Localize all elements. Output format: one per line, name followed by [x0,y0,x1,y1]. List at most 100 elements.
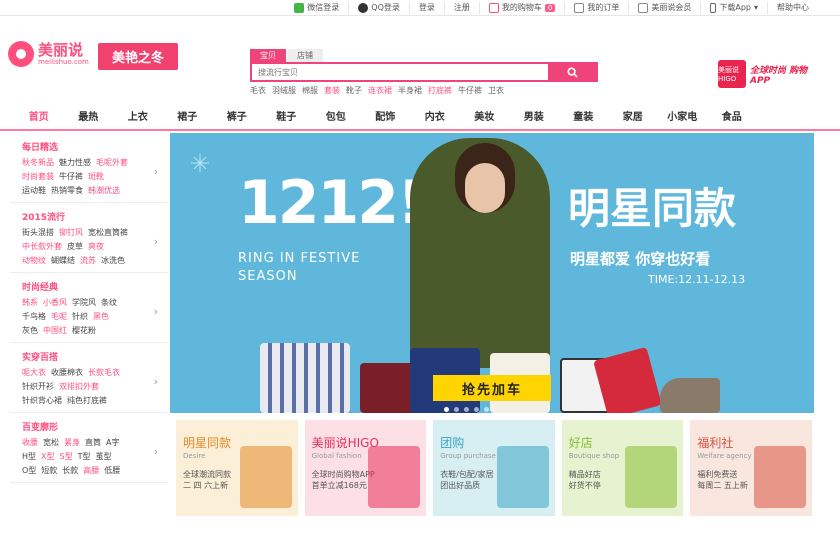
sidebar-link[interactable]: 毛呢外套 [96,156,128,170]
carousel-dot[interactable] [464,407,469,412]
hot-keyword[interactable]: 打底裤 [428,85,452,96]
sidebar-link[interactable]: 低腰 [104,464,120,478]
sidebar-link[interactable]: 流苏 [80,254,96,268]
sidebar-link[interactable]: 呢大衣 [22,366,46,380]
sidebar-link[interactable]: 千鸟格 [22,310,46,324]
sidebar-link[interactable]: 冰洗色 [101,254,125,268]
carousel-dot[interactable] [474,407,479,412]
nav-item[interactable]: 配饰 [361,108,411,123]
search-tab-items[interactable]: 宝贝 [250,49,286,62]
nav-item[interactable]: 家居 [608,108,658,123]
feature-tile[interactable]: 好店 Boutique shop 精品好店 好货不停 [561,420,684,516]
sidebar-link[interactable]: 蝴蝶结 [51,254,75,268]
nav-item[interactable]: 食品 [707,108,757,123]
sidebar-group-title[interactable]: 每日精选 [22,140,168,153]
sidebar-link[interactable]: 条纹 [101,296,117,310]
sidebar-link[interactable]: 秋冬新品 [22,156,54,170]
sidebar-link[interactable]: 收腰棉衣 [51,366,83,380]
sidebar-link[interactable]: 小香风 [43,296,67,310]
sidebar-link[interactable]: 运动鞋 [22,184,46,198]
member-link[interactable]: 美丽说会员 [628,1,700,14]
nav-item[interactable]: 裙子 [163,108,213,123]
sidebar-link[interactable]: 针织背心裙 [22,394,62,408]
hot-keyword[interactable]: 半身裙 [398,85,422,96]
sidebar-link[interactable]: 黑色 [93,310,109,324]
hot-keyword[interactable]: 牛仔裤 [458,85,482,96]
cart-link[interactable]: 我的购物车 0 [478,1,564,14]
sidebar-link[interactable]: 魅力性感 [59,156,91,170]
nav-item[interactable]: 小家电 [658,108,708,123]
sidebar-link[interactable]: 长款毛衣 [88,366,120,380]
sidebar-link[interactable]: 斑靴 [88,170,104,184]
download-app-link[interactable]: 下载App ▾ [700,1,767,14]
sidebar-link[interactable]: 收腰 [22,436,38,450]
sidebar-link[interactable]: 针织开衫 [22,380,54,394]
sidebar-link[interactable]: A字 [106,436,119,450]
sidebar-link[interactable]: 紧身 [64,436,80,450]
nav-item[interactable]: 最热 [64,108,114,123]
orders-link[interactable]: 我的订单 [564,1,628,14]
feature-tile[interactable]: 团购 Group purchase 衣鞋/包配/家居 团出好品质 [433,420,555,516]
sidebar-link[interactable]: 长款 [62,464,78,478]
nav-item[interactable]: 男装 [509,108,559,123]
sidebar-link[interactable]: 中长款外套 [22,240,62,254]
hot-keyword[interactable]: 卫衣 [488,85,504,96]
sidebar-link[interactable]: 高腰 [83,464,99,478]
hero-banner[interactable]: 1212! RING IN FESTIVE SEASON 明星同款 明星都爱 你穿… [170,133,814,413]
hot-keyword[interactable]: 羽绒服 [272,85,296,96]
nav-item[interactable]: 内衣 [410,108,460,123]
nav-item[interactable]: 包包 [311,108,361,123]
help-link[interactable]: 帮助中心 [767,1,818,14]
hot-keyword[interactable]: 套装 [324,85,340,96]
carousel-dot[interactable] [444,407,449,412]
sidebar-link[interactable]: 双排扣外套 [59,380,99,394]
sidebar-link[interactable]: S型 [60,450,73,464]
sidebar-link[interactable]: T型 [78,450,91,464]
sidebar-link[interactable]: 毛呢 [51,310,67,324]
sidebar-link[interactable]: 时尚套装 [22,170,54,184]
promo-badge[interactable]: 美艳之冬 [98,43,178,70]
qq-login[interactable]: QQ登录 [348,1,409,14]
nav-item[interactable]: 童装 [559,108,609,123]
search-tab-shops[interactable]: 店铺 [287,49,323,62]
add-to-cart-button[interactable]: 抢先加车 [433,375,551,401]
sidebar-link[interactable]: 宽松 [43,436,59,450]
sidebar-link[interactable]: 短款 [41,464,57,478]
carousel-dot[interactable] [484,407,489,412]
sidebar-link[interactable]: 铆钉风 [59,226,83,240]
sidebar-link[interactable]: 茧型 [95,450,111,464]
sidebar-link[interactable]: 皮草 [67,240,83,254]
search-input[interactable] [252,64,548,80]
sidebar-link[interactable]: 纯色打底裤 [67,394,107,408]
higo-promo[interactable]: 美丽说 HIGO 全球时尚 购物APP [718,60,820,88]
register-link[interactable]: 注册 [443,1,479,14]
nav-item[interactable]: 首页 [14,108,64,123]
search-button[interactable] [548,64,596,80]
sidebar-link[interactable]: X型 [41,450,54,464]
sidebar-group-title[interactable]: 百变廓形 [22,420,168,433]
hot-keyword[interactable]: 靴子 [346,85,362,96]
nav-item[interactable]: 裤子 [212,108,262,123]
nav-item[interactable]: 鞋子 [262,108,312,123]
feature-tile[interactable]: 福利社 Welfare agency 福利免费送 每周二 五上新 [690,420,812,516]
sidebar-link[interactable]: 韩系 [22,296,38,310]
sidebar-link[interactable]: 樱花粉 [72,324,96,338]
sidebar-link[interactable]: 街头混搭 [22,226,54,240]
sidebar-group-title[interactable]: 实穿百搭 [22,350,168,363]
sidebar-link[interactable]: 直筒 [85,436,101,450]
sidebar-link[interactable]: 针织 [72,310,88,324]
hot-keyword[interactable]: 棉服 [302,85,318,96]
sidebar-link[interactable]: 爽夜 [88,240,104,254]
sidebar-link[interactable]: 热销零食 [51,184,83,198]
sidebar-link[interactable]: 牛仔裤 [59,170,83,184]
sidebar-link[interactable]: 学院风 [72,296,96,310]
nav-item[interactable]: 美妆 [460,108,510,123]
sidebar-group-title[interactable]: 2015流行 [22,210,168,223]
hot-keyword[interactable]: 连衣裙 [368,85,392,96]
feature-tile[interactable]: 明星同款 Desire 全球潮流同款二 四 六上新 [176,420,298,516]
nav-item[interactable]: 上衣 [113,108,163,123]
sidebar-link[interactable]: 韩潮优选 [88,184,120,198]
sidebar-link[interactable]: 宽松直筒裤 [88,226,128,240]
sidebar-link[interactable]: H型 [22,450,36,464]
sidebar-link[interactable]: 动物纹 [22,254,46,268]
